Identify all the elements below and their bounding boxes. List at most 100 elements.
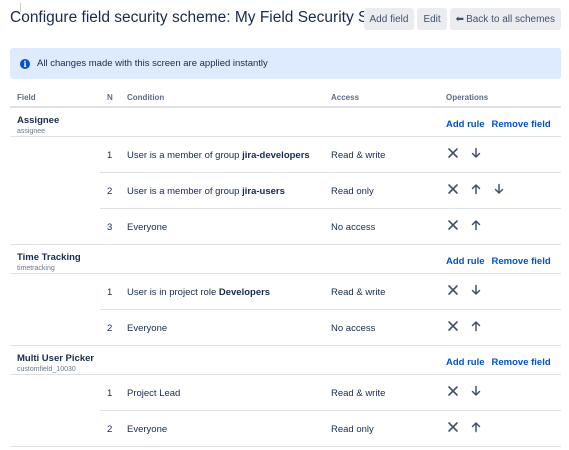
page-header: Configure field security scheme: My Fiel… (10, 8, 561, 34)
close-icon (446, 182, 460, 196)
condition-text: Project Lead (127, 388, 181, 399)
condition-text: Everyone (127, 222, 168, 233)
info-icon: i (20, 58, 30, 69)
move-rule-down-button[interactable] (469, 146, 483, 160)
back-button-label: Back to all schemes (466, 13, 555, 25)
move-rule-up-button[interactable] (469, 319, 483, 333)
rule-operations (446, 420, 483, 434)
arrow-down-icon (469, 146, 483, 160)
field-name: Assignee (17, 115, 60, 126)
delete-rule-button[interactable] (446, 218, 460, 232)
column-header-field: Field (17, 93, 36, 102)
delete-rule-button[interactable] (446, 283, 460, 297)
rule-operations (446, 218, 483, 232)
rule-row: 1 User is in project role Developers Read … (10, 274, 561, 310)
field-actions: Add rule Remove field (446, 256, 551, 267)
rule-access: No access (331, 323, 376, 334)
move-rule-down-button[interactable] (469, 283, 483, 297)
rule-access: Read only (331, 186, 374, 197)
page: Configure field security scheme: My Fiel… (0, 0, 569, 450)
rule-condition: Everyone (127, 424, 167, 435)
rule-access: No access (331, 222, 376, 233)
banner-text: All changes made with this screen are ap… (37, 58, 268, 69)
condition-text: Everyone (127, 424, 168, 435)
move-rule-up-button[interactable] (469, 218, 483, 232)
condition-text: User is in project role (127, 287, 219, 298)
rule-row: 2 User is a member of group jira-users Rea… (10, 173, 561, 209)
close-icon (446, 384, 460, 398)
condition-value: Developers (218, 287, 271, 298)
rule-access: Read only (331, 424, 374, 435)
move-rule-down-button[interactable] (492, 182, 506, 196)
remove-field-link[interactable]: Remove field (492, 256, 551, 267)
rule-access: Read & write (331, 150, 386, 161)
arrow-up-icon (469, 420, 483, 434)
condition-text: User is a member of group (127, 150, 243, 161)
close-icon (446, 218, 460, 232)
rule-condition: Project Lead (127, 388, 180, 399)
arrow-down-icon (469, 384, 483, 398)
add-rule-link[interactable]: Add rule (446, 256, 485, 267)
field-row: Multi User Picker customfield_10030 Add ru… (10, 346, 561, 375)
remove-field-link[interactable]: Remove field (492, 357, 551, 368)
field-security-table: Field N Condition Access Operations Assi… (10, 89, 561, 447)
field-name: Multi User Picker (17, 353, 95, 364)
page-title: Configure field security scheme: My Fiel… (10, 9, 415, 26)
edit-button[interactable]: Edit (417, 8, 447, 30)
delete-rule-button[interactable] (446, 420, 460, 434)
field-key: timetracking (17, 265, 55, 272)
arrow-down-icon (492, 182, 506, 196)
field-actions: Add rule Remove field (446, 357, 551, 368)
arrow-down-icon (469, 283, 483, 297)
table-header: Field N Condition Access Operations (10, 89, 561, 108)
table-body: Assignee assignee Add rule Remove field 1 Use… (10, 108, 561, 447)
field-row: Assignee assignee Add rule Remove field (10, 108, 561, 137)
rule-row: 3 Everyone No access (10, 209, 561, 245)
rule-row: 2 Everyone No access (10, 310, 561, 346)
rule-operations (446, 319, 483, 333)
rule-operations (446, 182, 506, 196)
close-icon (446, 283, 460, 297)
add-rule-link[interactable]: Add rule (446, 357, 485, 368)
column-header-condition: Condition (127, 93, 165, 102)
delete-rule-button[interactable] (446, 319, 460, 333)
rule-number: 1 (107, 287, 113, 298)
rule-access: Read & write (331, 287, 386, 298)
rule-number: 1 (107, 150, 113, 161)
close-icon (446, 319, 460, 333)
arrow-left-icon: ⬅ (455, 13, 465, 25)
condition-text: User is a member of group (127, 186, 243, 197)
info-banner: i All changes made with this screen are … (10, 48, 561, 79)
add-rule-link[interactable]: Add rule (446, 119, 485, 130)
rule-operations (446, 146, 483, 160)
rule-number: 3 (107, 222, 113, 233)
rule-number: 2 (107, 424, 113, 435)
rule-condition: User is a member of group jira-developer… (127, 150, 310, 161)
move-rule-down-button[interactable] (469, 384, 483, 398)
rule-condition: User is a member of group jira-users (127, 186, 285, 197)
arrow-up-icon (469, 182, 483, 196)
rule-condition: Everyone (127, 323, 167, 334)
field-row: Time Tracking timetracking Add rule Remove … (10, 245, 561, 274)
column-header-operations: Operations (446, 93, 489, 102)
rule-access: Read & write (331, 388, 386, 399)
column-header-access: Access (331, 93, 360, 102)
delete-rule-button[interactable] (446, 384, 460, 398)
remove-field-link[interactable]: Remove field (492, 119, 551, 130)
field-actions: Add rule Remove field (446, 119, 551, 130)
header-actions: Add field Edit ⬅ Back to all schemes (363, 8, 561, 30)
move-rule-up-button[interactable] (469, 420, 483, 434)
condition-value: jira-developers (242, 150, 310, 161)
condition-text: Everyone (127, 323, 168, 334)
add-field-button[interactable]: Add field (363, 8, 415, 30)
arrow-up-icon (469, 218, 483, 232)
delete-rule-button[interactable] (446, 146, 460, 160)
move-rule-up-button[interactable] (469, 182, 483, 196)
back-to-schemes-button[interactable]: ⬅ Back to all schemes (449, 8, 561, 30)
condition-value: jira-users (242, 186, 285, 197)
delete-rule-button[interactable] (446, 182, 460, 196)
arrow-up-icon (469, 319, 483, 333)
field-key: customfield_10030 (17, 366, 76, 373)
rule-row: 2 Everyone Read only (10, 411, 561, 447)
rule-number: 2 (107, 186, 113, 197)
